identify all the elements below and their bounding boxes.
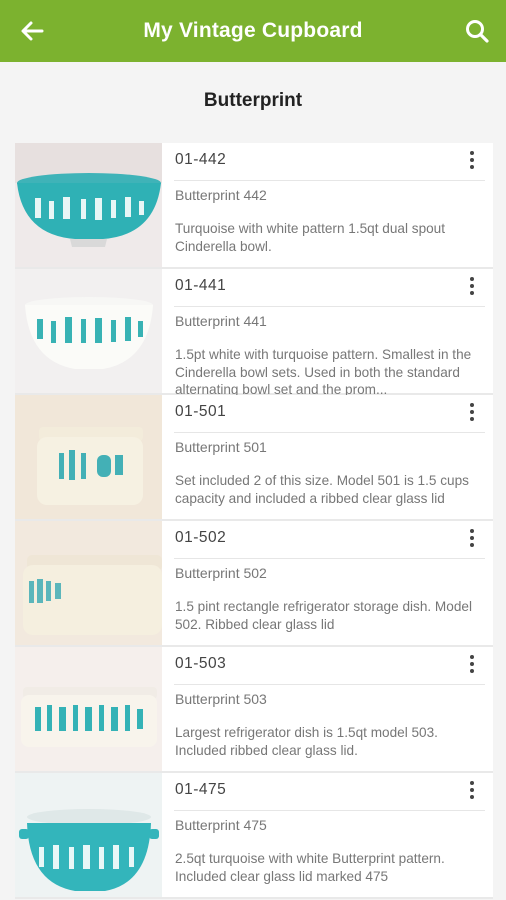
more-vert-icon[interactable] <box>465 402 479 422</box>
item-body: 01-475 Butterprint 475 2.5qt turquoise w… <box>162 773 493 897</box>
divider <box>174 180 485 181</box>
section-title: Butterprint <box>203 90 303 111</box>
item-photo <box>15 143 162 267</box>
item-description: 1.5 pint rectangle refrigerator storage … <box>175 599 472 632</box>
divider <box>174 432 485 433</box>
item-name: Butterprint 502 <box>175 565 267 581</box>
item-code: 01-442 <box>175 151 227 168</box>
item-name: Butterprint 503 <box>175 691 267 707</box>
item-photo <box>15 773 162 897</box>
app-title: My Vintage Cupboard <box>143 19 363 42</box>
more-vert-icon[interactable] <box>465 654 479 674</box>
item-photo <box>15 521 162 645</box>
list-item[interactable]: 01-442 Butterprint 442 Turquoise with wh… <box>15 143 493 269</box>
more-vert-icon[interactable] <box>465 780 479 800</box>
item-code: 01-441 <box>175 277 227 294</box>
list-item[interactable]: 01-502 Butterprint 502 1.5 pint rectangl… <box>15 521 493 647</box>
more-vert-icon[interactable] <box>465 150 479 170</box>
item-photo <box>15 647 162 771</box>
more-vert-icon[interactable] <box>465 528 479 548</box>
item-name: Butterprint 475 <box>175 817 267 833</box>
item-description: 1.5pt white with turquoise pattern. Smal… <box>175 347 472 397</box>
item-body: 01-502 Butterprint 502 1.5 pint rectangl… <box>162 521 493 645</box>
item-description: Largest refrigerator dish is 1.5qt model… <box>175 725 438 758</box>
item-body: 01-503 Butterprint 503 Largest refrigera… <box>162 647 493 771</box>
item-description: Turquoise with white pattern 1.5qt dual … <box>175 221 446 254</box>
search-icon[interactable] <box>464 18 490 44</box>
item-photo <box>15 395 162 519</box>
more-vert-icon[interactable] <box>465 276 479 296</box>
item-description: 2.5qt turquoise with white Butterprint p… <box>175 851 445 884</box>
list-item[interactable]: 01-501 Butterprint 501 Set included 2 of… <box>15 395 493 521</box>
item-list: 01-442 Butterprint 442 Turquoise with wh… <box>15 143 493 899</box>
item-name: Butterprint 501 <box>175 439 267 455</box>
item-code: 01-501 <box>175 403 227 420</box>
divider <box>174 306 485 307</box>
item-name: Butterprint 442 <box>175 187 267 203</box>
list-item[interactable]: 01-475 Butterprint 475 2.5qt turquoise w… <box>15 773 493 899</box>
item-code: 01-503 <box>175 655 227 672</box>
divider <box>174 810 485 811</box>
item-photo <box>15 269 162 393</box>
item-body: 01-441 Butterprint 441 1.5pt white with … <box>162 269 493 397</box>
item-code: 01-502 <box>175 529 227 546</box>
list-item[interactable]: 01-503 Butterprint 503 Largest refrigera… <box>15 647 493 773</box>
item-body: 01-442 Butterprint 442 Turquoise with wh… <box>162 143 493 267</box>
item-name: Butterprint 441 <box>175 313 267 329</box>
arrow-left-icon[interactable] <box>18 17 46 45</box>
item-description: Set included 2 of this size. Model 501 i… <box>175 473 469 506</box>
item-body: 01-501 Butterprint 501 Set included 2 of… <box>162 395 493 519</box>
divider <box>174 684 485 685</box>
app-bar: My Vintage Cupboard <box>0 0 506 62</box>
list-item[interactable]: 01-441 Butterprint 441 1.5pt white with … <box>15 269 493 397</box>
divider <box>174 558 485 559</box>
item-code: 01-475 <box>175 781 227 798</box>
